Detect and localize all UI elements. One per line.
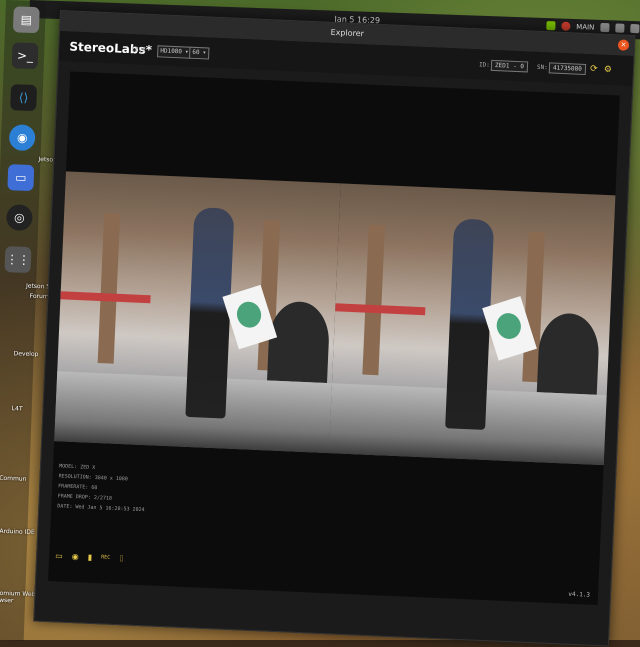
camera-icon[interactable]: ⌷ xyxy=(119,554,124,564)
right-camera-view xyxy=(328,183,616,466)
stereo-video-feed[interactable] xyxy=(54,171,616,466)
nvidia-icon[interactable] xyxy=(546,21,556,31)
tray-label[interactable]: MAIN xyxy=(576,23,594,32)
version-label: v4.1.3 xyxy=(568,590,591,599)
settings-gear-icon[interactable]: ⚙ xyxy=(603,65,613,75)
volume-icon[interactable] xyxy=(615,23,625,33)
folder-icon[interactable]: ▭ xyxy=(55,551,63,561)
camera-id-select[interactable]: ZED1 - 0 xyxy=(490,59,529,73)
rec-mode-button[interactable]: REC xyxy=(101,553,110,563)
serial-number-field: 41735080 xyxy=(548,62,587,75)
live-label: LIVE xyxy=(131,46,146,54)
fps-select[interactable]: 60 ▾ xyxy=(188,46,210,60)
video-panel: MODEL: ZED X RESOLUTION: 3840 x 1080 FRA… xyxy=(48,71,620,606)
resolution-select[interactable]: HD1080 ▾ xyxy=(157,45,192,59)
record-icon[interactable]: ◉ xyxy=(71,552,79,562)
sn-label: SN: xyxy=(536,63,548,72)
chevron-down-icon: ▾ xyxy=(202,49,207,57)
refresh-icon[interactable]: ⟳ xyxy=(589,64,599,74)
power-icon[interactable] xyxy=(630,23,640,34)
bottom-toolbar: ▭ ◉ ▮ REC ⌷ xyxy=(55,551,124,564)
left-camera-view xyxy=(54,171,341,454)
id-label: ID: xyxy=(478,61,490,69)
explorer-window: Explorer × StereoLabs* LIVE HD1080 ▾ 60 ▾ … xyxy=(33,10,636,647)
svo-icon[interactable]: ▮ xyxy=(87,553,93,563)
network-icon[interactable] xyxy=(600,22,610,33)
camera-info: MODEL: ZED X RESOLUTION: 3840 x 1080 FRA… xyxy=(57,461,146,515)
status-icon[interactable] xyxy=(561,21,571,31)
